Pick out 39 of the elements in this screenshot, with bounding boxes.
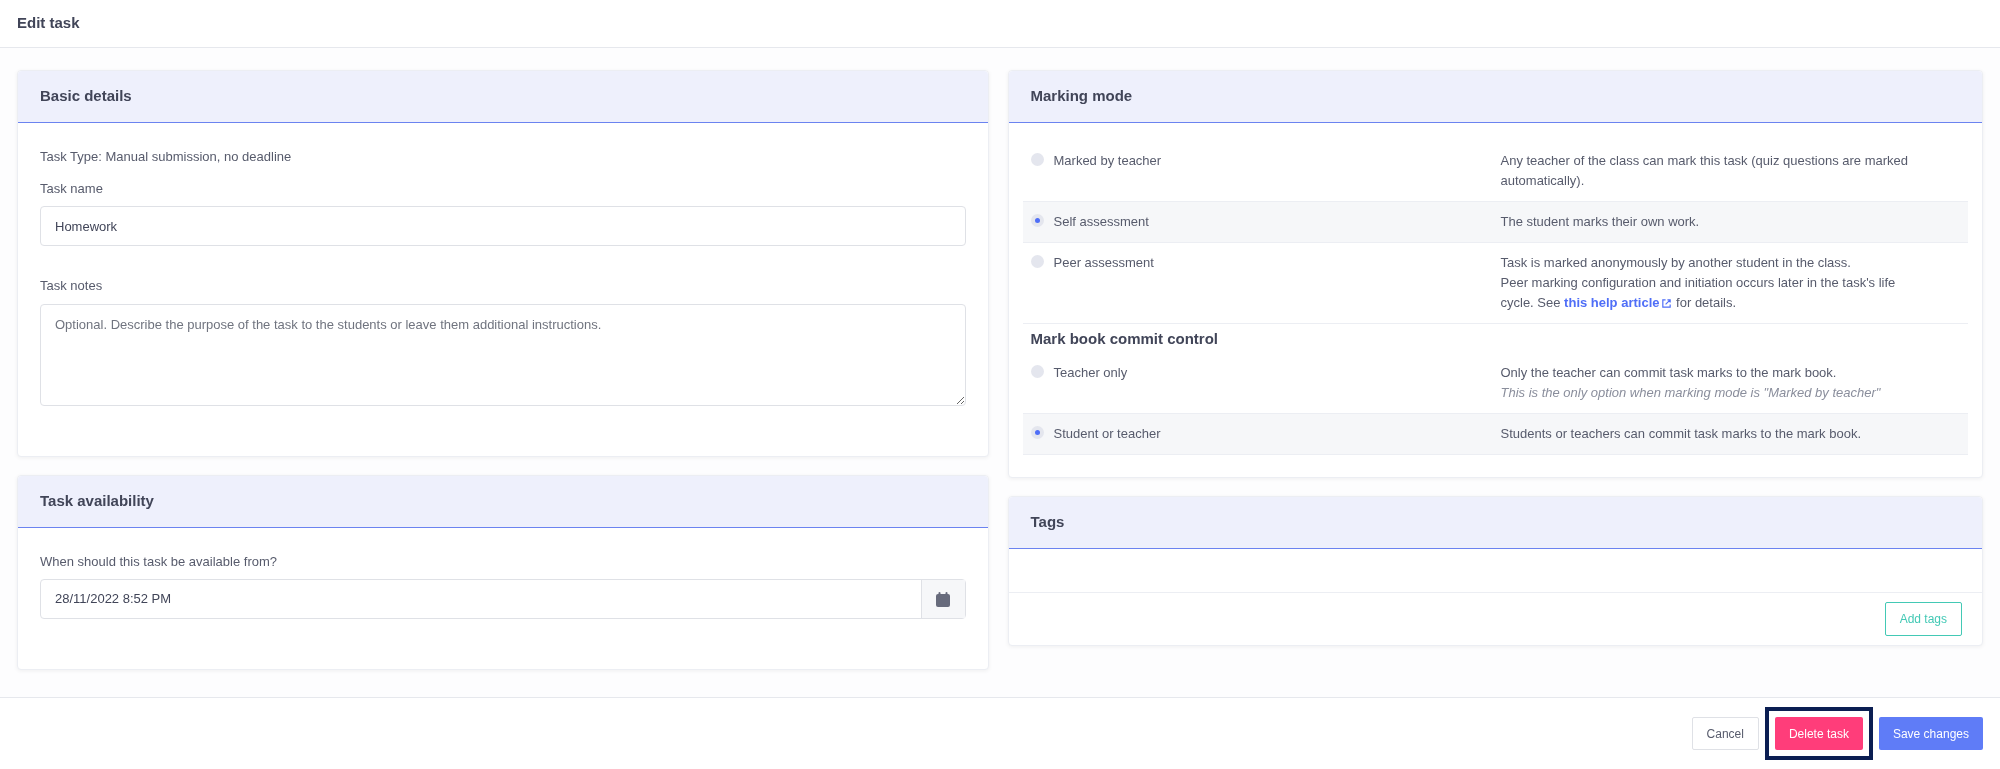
cancel-button[interactable]: Cancel (1691, 717, 1759, 750)
help-link[interactable]: this help article (1564, 293, 1673, 313)
option-description: The student marks their own work. (1500, 213, 1700, 231)
option-description: Only the teacher can commit task marks to the mark book. (1500, 363, 1838, 382)
section-title: Mark book commit control (1029, 329, 1220, 349)
save-button[interactable]: Save changes (1878, 717, 1983, 750)
external-link-icon (1661, 297, 1673, 309)
radio-button[interactable] (1030, 425, 1044, 439)
option-label: Peer assessment (1053, 254, 1154, 272)
date-value: 28/11/2022 8:52 PM (54, 590, 173, 609)
task-type-text: Task Type: Manual submission, no deadline (40, 148, 293, 166)
option-row[interactable]: Student or teacher Students or teachers can commit task marks to the mark book. (1022, 413, 1968, 455)
card-title: Tags (1030, 511, 1065, 532)
field-label: When should this task be available from? (40, 552, 278, 571)
radio-button[interactable] (1030, 153, 1044, 166)
option-label: Marked by teacher (1053, 152, 1162, 170)
page-title: Edit task (17, 13, 80, 34)
option-label: Teacher only (1053, 363, 1128, 382)
field-label: Task name (40, 179, 104, 198)
calendar-button[interactable] (920, 580, 965, 618)
option-description: Task is marked anonymously by another student in the class. (1500, 254, 1852, 272)
card-title: Task availability (40, 490, 154, 511)
date-field[interactable]: 28/11/2022 8:52 PM (40, 579, 966, 619)
radio-button[interactable] (1030, 214, 1044, 227)
option-description: Peer marking configuration and initiation occurs later in the task's life cycle. See this help article for details. (1500, 273, 1910, 313)
field-label: Task notes (40, 277, 104, 295)
radio-button[interactable] (1030, 255, 1044, 268)
option-description: Any teacher of the class can mark this task (quiz questions are marked automatically). (1500, 152, 1910, 190)
option-row[interactable]: Self assessment The student marks their own work. (1022, 202, 1968, 243)
task-notes-field[interactable]: Optional. Describe the purpose of the task to the students or leave them additional instructions. (40, 303, 966, 406)
option-description: Students or teachers can commit task marks to the mark book. (1500, 424, 1862, 443)
option-note: This is the only option when marking mode is "Marked by teacher" (1500, 383, 1881, 402)
calendar-icon (936, 591, 950, 607)
radio-button[interactable] (1030, 364, 1044, 378)
card-title: Marking mode (1030, 86, 1133, 107)
option-label: Student or teacher (1053, 424, 1161, 443)
option-label: Self assessment (1053, 213, 1149, 231)
task-name-field[interactable]: Homework (40, 206, 966, 246)
card-title: Basic details (40, 86, 132, 107)
